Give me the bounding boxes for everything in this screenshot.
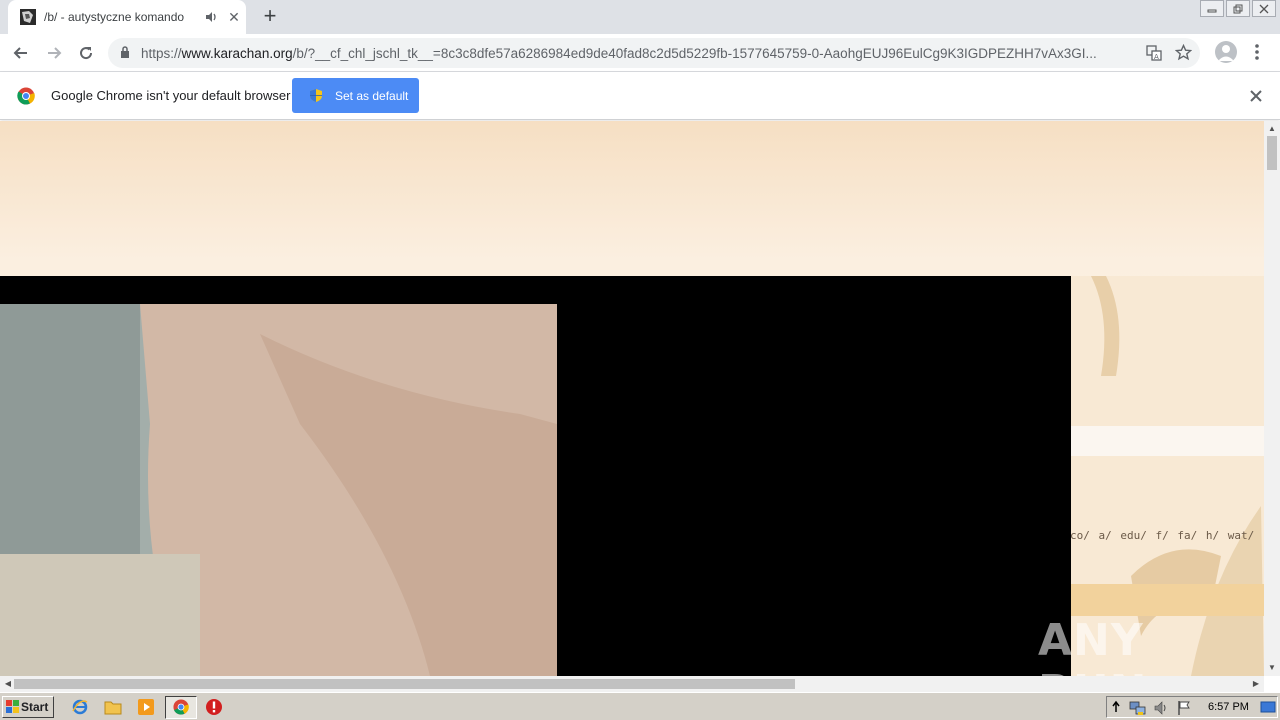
show-desktop-icon[interactable]	[1258, 697, 1278, 717]
tab-close-icon[interactable]: ✕	[226, 9, 242, 25]
video-player[interactable]	[0, 276, 1071, 676]
restore-button[interactable]	[1226, 0, 1250, 17]
scroll-down-arrow-icon[interactable]: ▼	[1265, 661, 1279, 675]
background-band	[1071, 426, 1264, 456]
url-host: www.karachan.org	[181, 46, 293, 61]
profile-avatar-icon[interactable]	[1215, 41, 1237, 63]
default-browser-infobar: Google Chrome isn't your default browser…	[0, 72, 1280, 120]
translate-icon[interactable]: A	[1146, 45, 1162, 64]
tab-title: /b/ - autystyczne komando	[44, 10, 185, 24]
taskbar-clock[interactable]: 6:57 PM	[1208, 701, 1249, 713]
network-icon[interactable]	[1129, 700, 1147, 719]
window-controls	[1200, 0, 1276, 20]
url-text[interactable]: https://www.karachan.org/b/?__cf_chl_jsc…	[141, 46, 1136, 61]
speaker-icon[interactable]	[204, 10, 218, 24]
minimize-button[interactable]	[1200, 0, 1224, 17]
stop-sign-icon[interactable]	[204, 697, 224, 717]
horizontal-scrollbar[interactable]: ◀ ▶	[0, 676, 1264, 692]
close-window-button[interactable]	[1252, 0, 1276, 17]
scroll-left-arrow-icon[interactable]: ◀	[1, 677, 15, 691]
url-path: /b/?__cf_chl_jschl_tk__=8c3c8dfe57a62869…	[292, 46, 1097, 61]
infobar-close-icon[interactable]	[1248, 88, 1264, 104]
action-center-flag-icon[interactable]	[1177, 700, 1191, 719]
video-frame	[0, 304, 557, 676]
scroll-right-arrow-icon[interactable]: ▶	[1249, 677, 1263, 691]
uac-shield-icon	[309, 88, 323, 106]
set-as-default-button[interactable]: Set as default	[292, 78, 419, 113]
background-band	[1071, 584, 1264, 616]
vertical-scroll-thumb[interactable]	[1267, 136, 1277, 170]
menu-kebab-icon[interactable]	[1254, 43, 1260, 61]
forward-arrow-icon[interactable]	[42, 41, 66, 65]
chrome-logo-icon	[17, 87, 35, 105]
file-explorer-icon[interactable]	[103, 697, 123, 717]
tab-strip: /b/ - autystyczne komando ✕ +	[0, 0, 1280, 34]
media-player-icon[interactable]	[136, 697, 156, 717]
chrome-taskbar-button[interactable]	[165, 696, 197, 719]
vertical-scrollbar[interactable]: ▲ ▼	[1264, 121, 1280, 676]
start-label: Start	[21, 700, 49, 714]
set-as-default-label: Set as default	[335, 89, 409, 103]
browser-toolbar: https://www.karachan.org/b/?__cf_chl_jsc…	[0, 34, 1280, 72]
lock-icon[interactable]	[120, 46, 130, 62]
chrome-icon	[173, 699, 189, 718]
windows-taskbar: Start 6:57 PM	[0, 692, 1280, 720]
svg-text:A: A	[1154, 53, 1159, 61]
anyrun-watermark: ANY RUN	[1038, 615, 1146, 676]
scroll-up-arrow-icon[interactable]: ▲	[1265, 122, 1279, 136]
reload-icon[interactable]	[74, 41, 98, 65]
address-bar[interactable]: https://www.karachan.org/b/?__cf_chl_jsc…	[108, 38, 1200, 68]
system-tray: 6:57 PM	[1106, 696, 1278, 718]
board-navigation-links[interactable]: co/ a/ edu/ f/ fa/ h/ wat/ ku/	[1070, 529, 1264, 542]
back-arrow-icon[interactable]	[9, 41, 33, 65]
new-tab-button[interactable]: +	[259, 5, 281, 27]
site-favicon-icon	[20, 9, 36, 25]
infobar-message: Google Chrome isn't your default browser	[51, 88, 291, 103]
page-viewport: co/ a/ edu/ f/ fa/ h/ wat/ ku/ ANY RUN	[0, 121, 1264, 676]
browser-tab[interactable]: /b/ - autystyczne komando ✕	[8, 0, 246, 34]
horizontal-scroll-thumb[interactable]	[14, 679, 795, 689]
bookmark-star-icon[interactable]	[1174, 43, 1193, 64]
url-scheme: https://	[141, 46, 182, 61]
start-button[interactable]: Start	[2, 696, 54, 718]
volume-icon[interactable]	[1153, 700, 1169, 719]
internet-explorer-icon[interactable]	[70, 697, 90, 717]
windows-logo-icon	[6, 700, 20, 717]
tray-expand-icon[interactable]	[1111, 700, 1121, 717]
